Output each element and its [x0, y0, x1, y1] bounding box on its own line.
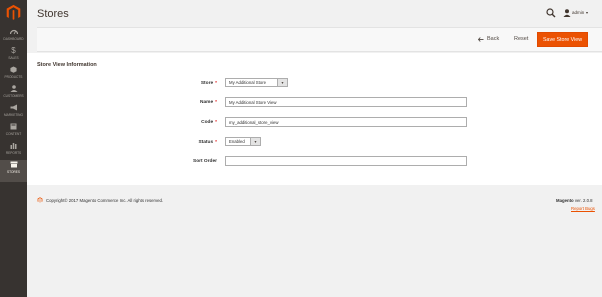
sidebar-item-label: Customers — [3, 94, 24, 98]
version-text: Magento ver. 2.0.8 — [556, 198, 593, 203]
required-marker: * — [215, 140, 217, 145]
magento-logo-icon[interactable] — [5, 4, 22, 21]
chevron-down-icon: ▼ — [277, 79, 287, 86]
reset-button[interactable]: Reset — [514, 36, 528, 42]
version-brand: Magento — [556, 198, 574, 203]
search-icon[interactable] — [546, 8, 556, 18]
store-select-value: My Additional Store — [229, 80, 267, 85]
status-select[interactable]: Enabled ▼ — [225, 137, 261, 146]
store-select[interactable]: My Additional Store ▼ — [225, 78, 288, 87]
status-select-value: Enabled — [229, 139, 245, 144]
sidebar-item-label: Products — [4, 75, 23, 79]
code-input-value: my_additional_store_view — [229, 119, 279, 125]
user-icon[interactable] — [563, 9, 571, 17]
cube-icon — [9, 65, 18, 74]
copyright-text: Copyright© 2017 Magento Commerce Inc. Al… — [46, 198, 164, 203]
dollar-icon: $ — [11, 46, 16, 55]
dashboard-icon — [9, 27, 18, 36]
sidebar-item-label: Stores — [6, 170, 21, 174]
sort-order-input[interactable] — [225, 156, 467, 166]
version-number: ver. 2.0.8 — [574, 198, 593, 203]
back-button[interactable]: Back — [478, 36, 499, 42]
user-menu-name[interactable]: admin — [572, 10, 584, 15]
customers-icon — [9, 84, 18, 93]
sidebar-item-label: Reports — [5, 151, 22, 155]
section-title: Store View Information — [37, 62, 97, 68]
sort-order-label: Sort Order — [193, 159, 217, 164]
status-label: Status * — [198, 140, 217, 145]
content-icon — [9, 122, 18, 131]
chevron-down-icon: ▼ — [250, 138, 260, 145]
sidebar-item-label: Content — [5, 132, 22, 136]
report-bugs-link[interactable]: Report Bugs — [571, 206, 595, 211]
megaphone-icon — [9, 103, 18, 112]
name-label: Name * — [200, 100, 217, 105]
required-marker: * — [215, 120, 217, 125]
sidebar-item-label: Marketing — [4, 113, 23, 117]
name-input[interactable]: My Additional Store View — [225, 97, 467, 107]
store-label: Store * — [200, 81, 217, 86]
required-marker: * — [215, 100, 217, 105]
sidebar-item-stores[interactable]: Stores — [0, 160, 27, 182]
required-marker: * — [215, 81, 217, 86]
sidebar-item-label: Dashboard — [3, 37, 24, 41]
save-store-view-button[interactable]: Save Store View — [537, 32, 588, 47]
code-input[interactable]: my_additional_store_view — [225, 117, 467, 127]
code-label: Code * — [201, 120, 217, 125]
sidebar-item-label: Sales — [8, 56, 19, 60]
magento-logo-icon — [37, 197, 43, 203]
back-button-label: Back — [487, 36, 500, 42]
bar-chart-icon — [9, 141, 18, 150]
admin-app: Dashboard $ Sales Products Customers Mar… — [0, 0, 602, 297]
page-title: Stores — [37, 8, 69, 20]
admin-sidebar: Dashboard $ Sales Products Customers Mar… — [0, 0, 27, 297]
name-input-value: My Additional Store View — [229, 99, 277, 105]
chevron-down-icon[interactable]: ▾ — [586, 10, 588, 15]
store-icon — [9, 160, 18, 169]
arrow-left-icon — [478, 36, 484, 42]
